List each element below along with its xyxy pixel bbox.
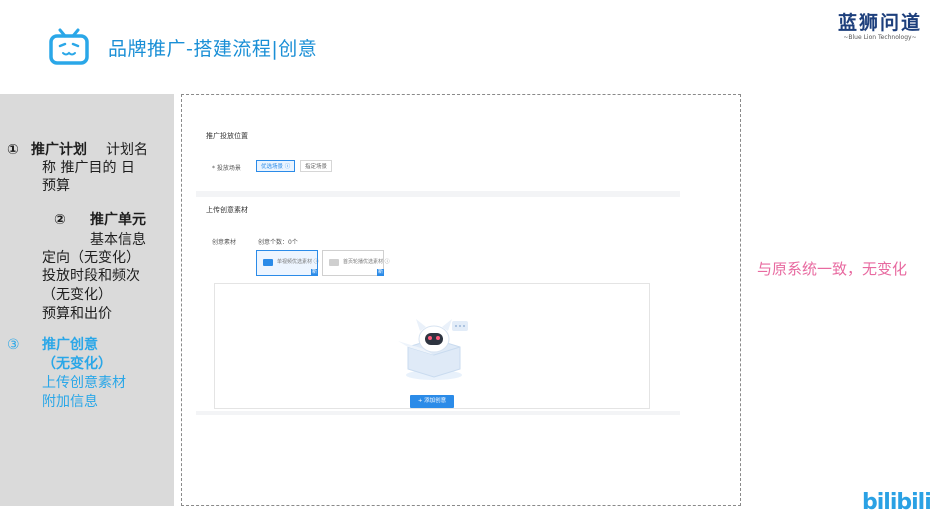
- new-badge: 新: [377, 269, 384, 276]
- step2-number: ②: [54, 212, 66, 228]
- step3-number: ③: [7, 337, 20, 353]
- tile-homepage-carousel[interactable]: 首页轮播优选素材 ⓘ 新: [322, 250, 390, 276]
- logo-main-text: 蓝狮问道: [837, 12, 922, 34]
- step2-line: 投放时段和频次: [42, 268, 140, 284]
- step2-line: （无变化）: [42, 287, 112, 303]
- scene-label: * 投放场景: [212, 165, 241, 172]
- video-icon: [263, 259, 273, 266]
- step1-number: ①: [7, 142, 19, 158]
- section-creative-title: 上传创意素材: [206, 206, 248, 214]
- step1-line1: 计划名: [106, 142, 148, 158]
- carousel-icon: [329, 259, 339, 266]
- step2-line: 基本信息: [90, 232, 146, 248]
- step1-line2: 称 推广目的 日: [42, 160, 135, 176]
- empty-state-mascot-icon: [398, 319, 468, 380]
- tile-label: 单视频优选素材 ⓘ: [277, 259, 319, 265]
- new-badge: 新: [311, 269, 318, 276]
- creative-label: 创意素材: [212, 239, 237, 246]
- tile-label: 首页轮播优选素材 ⓘ: [343, 259, 390, 265]
- section-placement-title: 推广投放位置: [206, 132, 248, 140]
- creative-count: 创意个数：0个: [258, 239, 298, 246]
- tv-icon: [49, 28, 89, 65]
- step1-line3: 预算: [42, 178, 70, 194]
- step1-title: 推广计划: [31, 142, 87, 158]
- step2-line: 定向（无变化）: [42, 250, 140, 266]
- step2-title: 推广单元: [90, 212, 146, 228]
- ui-screenshot-frame: 推广投放位置 * 投放场景 优选场景 ⓘ 指定场景 上传创意素材 创意素材 创意…: [181, 94, 741, 506]
- bilibili-logo-text: bilibili: [862, 490, 932, 515]
- add-creative-button[interactable]: + 添加创意: [410, 395, 454, 408]
- scene-option-specified[interactable]: 指定场景: [300, 160, 333, 172]
- page-title: 品牌推广-搭建流程|创意: [108, 38, 318, 60]
- logo-sub-text: ~Blue Lion Technology~: [843, 34, 917, 41]
- step3-line: 附加信息: [42, 394, 98, 410]
- step3-line: （无变化）: [42, 356, 112, 372]
- bilibili-logo: bilibili: [862, 490, 932, 515]
- step2-line: 预算和出价: [42, 306, 112, 322]
- side-note: 与原系统一致，无变化: [757, 260, 908, 278]
- step3-line: 上传创意素材: [42, 375, 126, 391]
- scene-option-preferred[interactable]: 优选场景 ⓘ: [256, 160, 296, 172]
- company-logo: 蓝狮问道 ~Blue Lion Technology~: [826, 8, 934, 41]
- placement-card: [196, 115, 680, 191]
- tile-single-video[interactable]: 单视频优选素材 ⓘ 新: [256, 250, 319, 276]
- step3-title: 推广创意: [42, 337, 98, 353]
